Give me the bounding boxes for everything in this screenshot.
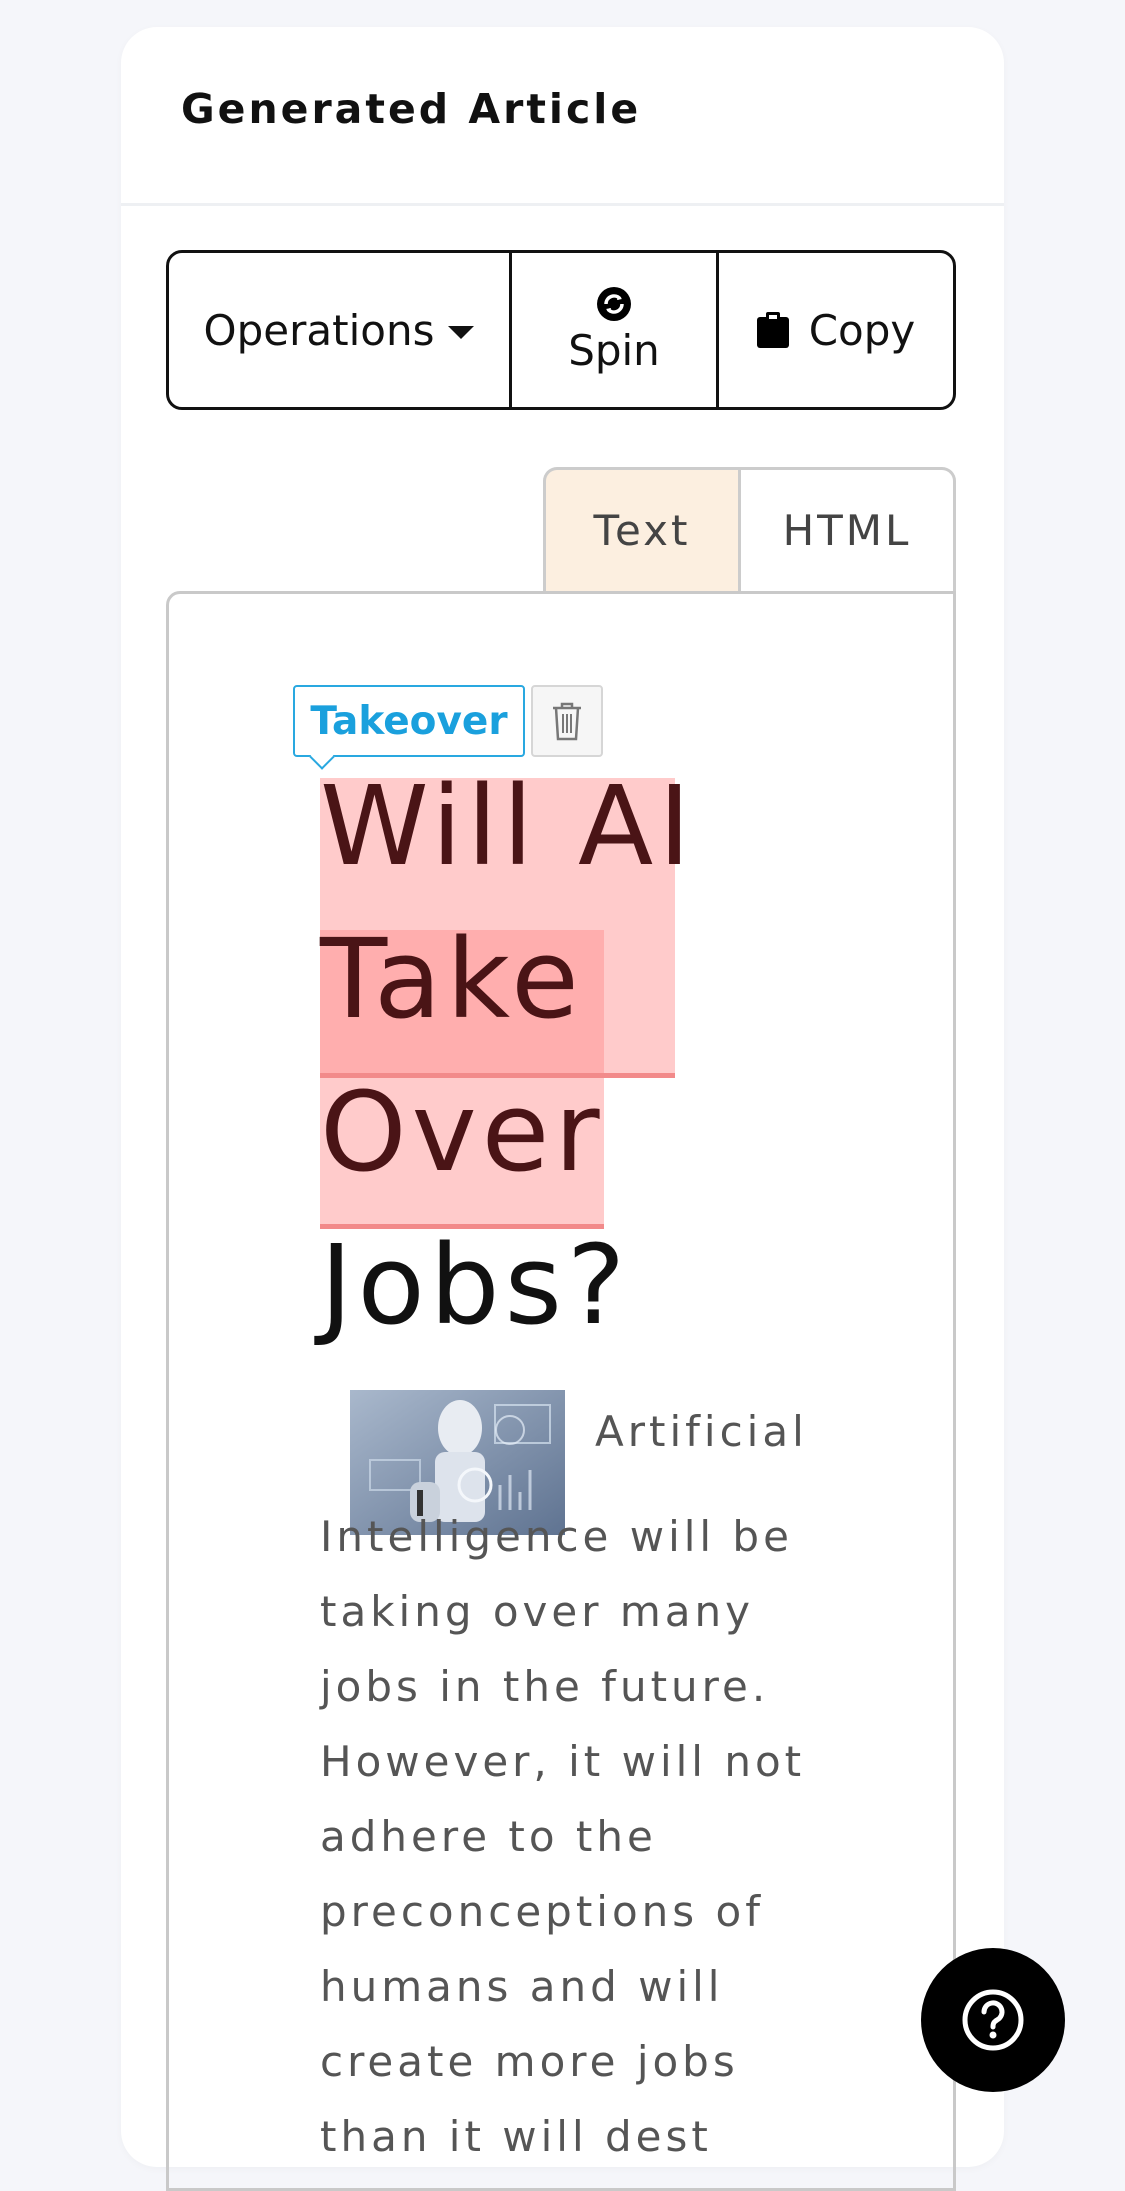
question-icon (962, 1989, 1024, 2051)
card-divider (121, 203, 1004, 206)
operations-dropdown-button[interactable]: Operations (169, 253, 512, 407)
heading-word: Over (320, 1068, 605, 1196)
trash-icon (553, 702, 581, 741)
spin-label: Spin (568, 325, 660, 375)
heading-word: Will AI (320, 762, 696, 890)
tab-html[interactable]: HTML (741, 467, 956, 591)
body-lead: Artificial (595, 1407, 808, 1456)
card-title: Generated Article (181, 85, 642, 133)
operations-label: Operations (203, 305, 435, 355)
takeover-suggestion-button[interactable]: Takeover (293, 685, 525, 757)
tab-text[interactable]: Text (543, 467, 741, 591)
delete-button[interactable] (531, 685, 603, 757)
article-body: Artificial Intelligence will be taking o… (320, 1394, 840, 2174)
body-text: Intelligence will be taking over many jo… (320, 1512, 806, 2161)
article-editor[interactable]: Takeover Will AI Take Over Jobs? Artific… (166, 591, 956, 2191)
heading-word: Take (320, 915, 584, 1043)
article-card: Generated Article Operations Spin Copy T… (121, 27, 1004, 2191)
article-heading: Will AI Take Over Jobs? (320, 750, 696, 1362)
caret-down-icon (448, 325, 475, 339)
view-tabs: Text HTML (543, 467, 956, 591)
copy-label: Copy (808, 305, 916, 355)
toolbar: Operations Spin Copy (166, 250, 956, 410)
spin-icon (597, 286, 631, 321)
help-button[interactable] (921, 1948, 1065, 2092)
copy-button[interactable]: Copy (719, 253, 953, 407)
clipboard-icon (756, 312, 789, 348)
heading-word: Jobs? (320, 1221, 631, 1349)
spin-button[interactable]: Spin (512, 253, 719, 407)
